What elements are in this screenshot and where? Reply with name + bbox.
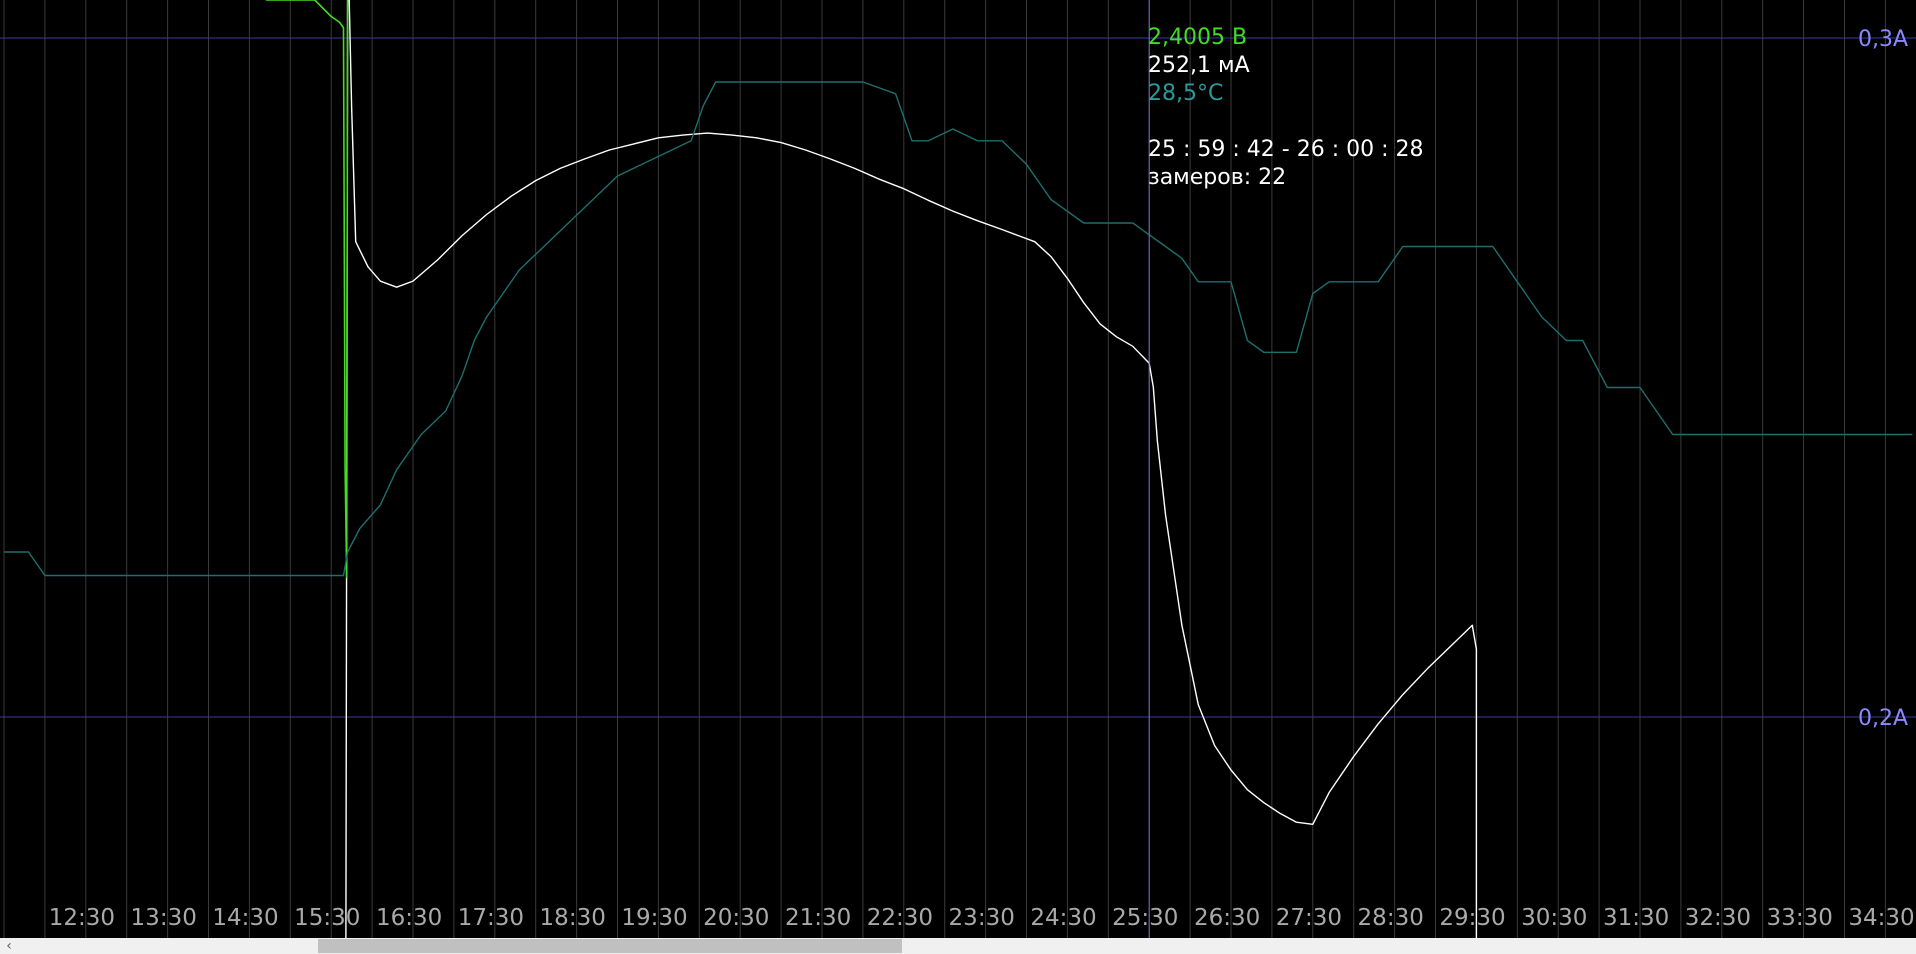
x-tick-label: 17:30: [458, 905, 524, 931]
x-tick-label: 29:30: [1439, 905, 1505, 931]
x-tick-label: 18:30: [540, 905, 606, 931]
x-tick-labels: 12:30 13:30 14:30 15:30 16:30 17:30 18:30 19:30…: [49, 905, 1915, 931]
x-tick-label: 23:30: [949, 905, 1015, 931]
chart-plot: 12:30 13:30 14:30 15:30 16:30 17:30 18:30 19:30…: [0, 0, 1916, 938]
x-tick-label: 13:30: [131, 905, 197, 931]
x-tick-label: 16:30: [376, 905, 442, 931]
x-tick-label: 30:30: [1521, 905, 1587, 931]
x-tick-label: 14:30: [212, 905, 278, 931]
time-range-readout: 25 : 59 : 42 - 26 : 00 : 28: [1148, 137, 1424, 162]
x-tick-label: 31:30: [1603, 905, 1669, 931]
x-tick-label: 20:30: [703, 905, 769, 931]
cursor-readout: 2,4005 В 252,1 мА 28,5°C 25 : 59 : 42 - …: [1148, 24, 1423, 192]
y-reference-label: 0,2A: [1858, 706, 1908, 731]
scrollbar-thumb[interactable]: [318, 939, 902, 953]
x-tick-label: 28:30: [1358, 905, 1424, 931]
x-tick-label: 26:30: [1194, 905, 1260, 931]
x-tick-label: 34:30: [1848, 905, 1914, 931]
horizontal-scrollbar[interactable]: ‹: [0, 938, 1916, 954]
x-tick-label: 12:30: [49, 905, 115, 931]
x-tick-label: 21:30: [785, 905, 851, 931]
x-tick-label: 32:30: [1685, 905, 1751, 931]
samples-readout: замеров: 22: [1148, 165, 1287, 190]
y-reference-label: 0,3A: [1858, 27, 1908, 52]
x-tick-label: 25:30: [1112, 905, 1178, 931]
x-tick-label: 27:30: [1276, 905, 1342, 931]
voltage-readout: 2,4005 В: [1148, 25, 1248, 50]
x-tick-label: 22:30: [867, 905, 933, 931]
plot-background: [0, 0, 1916, 938]
x-tick-label: 24:30: [1030, 905, 1096, 931]
current-readout: 252,1 мА: [1148, 53, 1250, 78]
scroll-left-arrow-icon[interactable]: ‹: [2, 938, 16, 954]
x-tick-label: 15:30: [294, 905, 360, 931]
readout-spacer: [1148, 108, 1423, 136]
x-tick-label: 19:30: [621, 905, 687, 931]
temperature-readout: 28,5°C: [1148, 81, 1224, 106]
x-tick-label: 33:30: [1767, 905, 1833, 931]
